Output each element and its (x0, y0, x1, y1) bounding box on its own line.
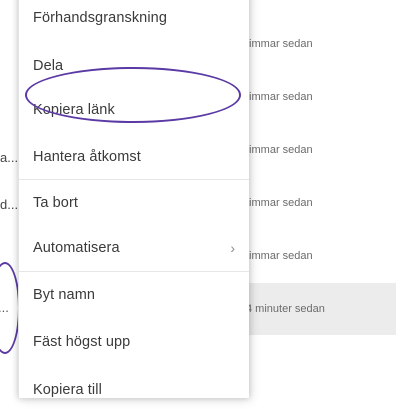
menu-item-label: Hantera åtkomst (33, 149, 141, 165)
menu-item-pin-to-top[interactable]: Fäst högst upp (19, 318, 249, 366)
modified-time: timmar sedan (246, 38, 313, 50)
menu-item-copy-to[interactable]: Kopiera till (19, 366, 249, 414)
background-list-right: timmar sedan timmar sedan timmar sedan t… (246, 0, 396, 386)
truncated-name: a... (0, 150, 19, 165)
modified-time: timmar sedan (246, 144, 313, 156)
truncated-name: d... (0, 197, 19, 212)
menu-item-label: Dela (33, 58, 64, 74)
list-item[interactable]: timmar sedan (246, 177, 396, 229)
list-item[interactable]: timmar sedan (246, 230, 396, 282)
menu-item-delete[interactable]: Ta bort (19, 179, 249, 227)
modified-time: timmar sedan (246, 91, 313, 103)
menu-item-label: Ta bort (33, 195, 79, 211)
context-menu: Förhandsgranskning Dela Kopiera länk Han… (18, 0, 249, 398)
menu-item-label: Automatisera (33, 240, 120, 256)
menu-item-share[interactable]: Dela (19, 42, 249, 90)
menu-item-manage-access[interactable]: Hantera åtkomst (19, 133, 249, 181)
menu-item-label: Förhandsgranskning (33, 10, 167, 26)
list-item[interactable]: timmar sedan (246, 71, 396, 123)
more-actions-icon[interactable]: ... (0, 300, 9, 315)
menu-item-copy-link[interactable]: Kopiera länk (19, 86, 249, 134)
modified-time: 4 minuter sedan (246, 303, 325, 315)
menu-item-label: Fäst högst upp (33, 334, 131, 350)
list-item-selected[interactable]: 4 minuter sedan (246, 283, 396, 335)
menu-item-label: Byt namn (33, 287, 96, 303)
menu-item-rename[interactable]: Byt namn (19, 271, 249, 319)
chevron-right-icon: › (230, 240, 235, 256)
list-item[interactable]: timmar sedan (246, 18, 396, 70)
menu-item-label: Kopiera till (33, 382, 102, 398)
menu-item-preview[interactable]: Förhandsgranskning (19, 0, 249, 42)
menu-item-automate[interactable]: Automatisera › (19, 224, 249, 272)
menu-item-label: Kopiera länk (33, 102, 115, 118)
modified-time: timmar sedan (246, 250, 313, 262)
modified-time: timmar sedan (246, 197, 313, 209)
list-item[interactable]: timmar sedan (246, 124, 396, 176)
